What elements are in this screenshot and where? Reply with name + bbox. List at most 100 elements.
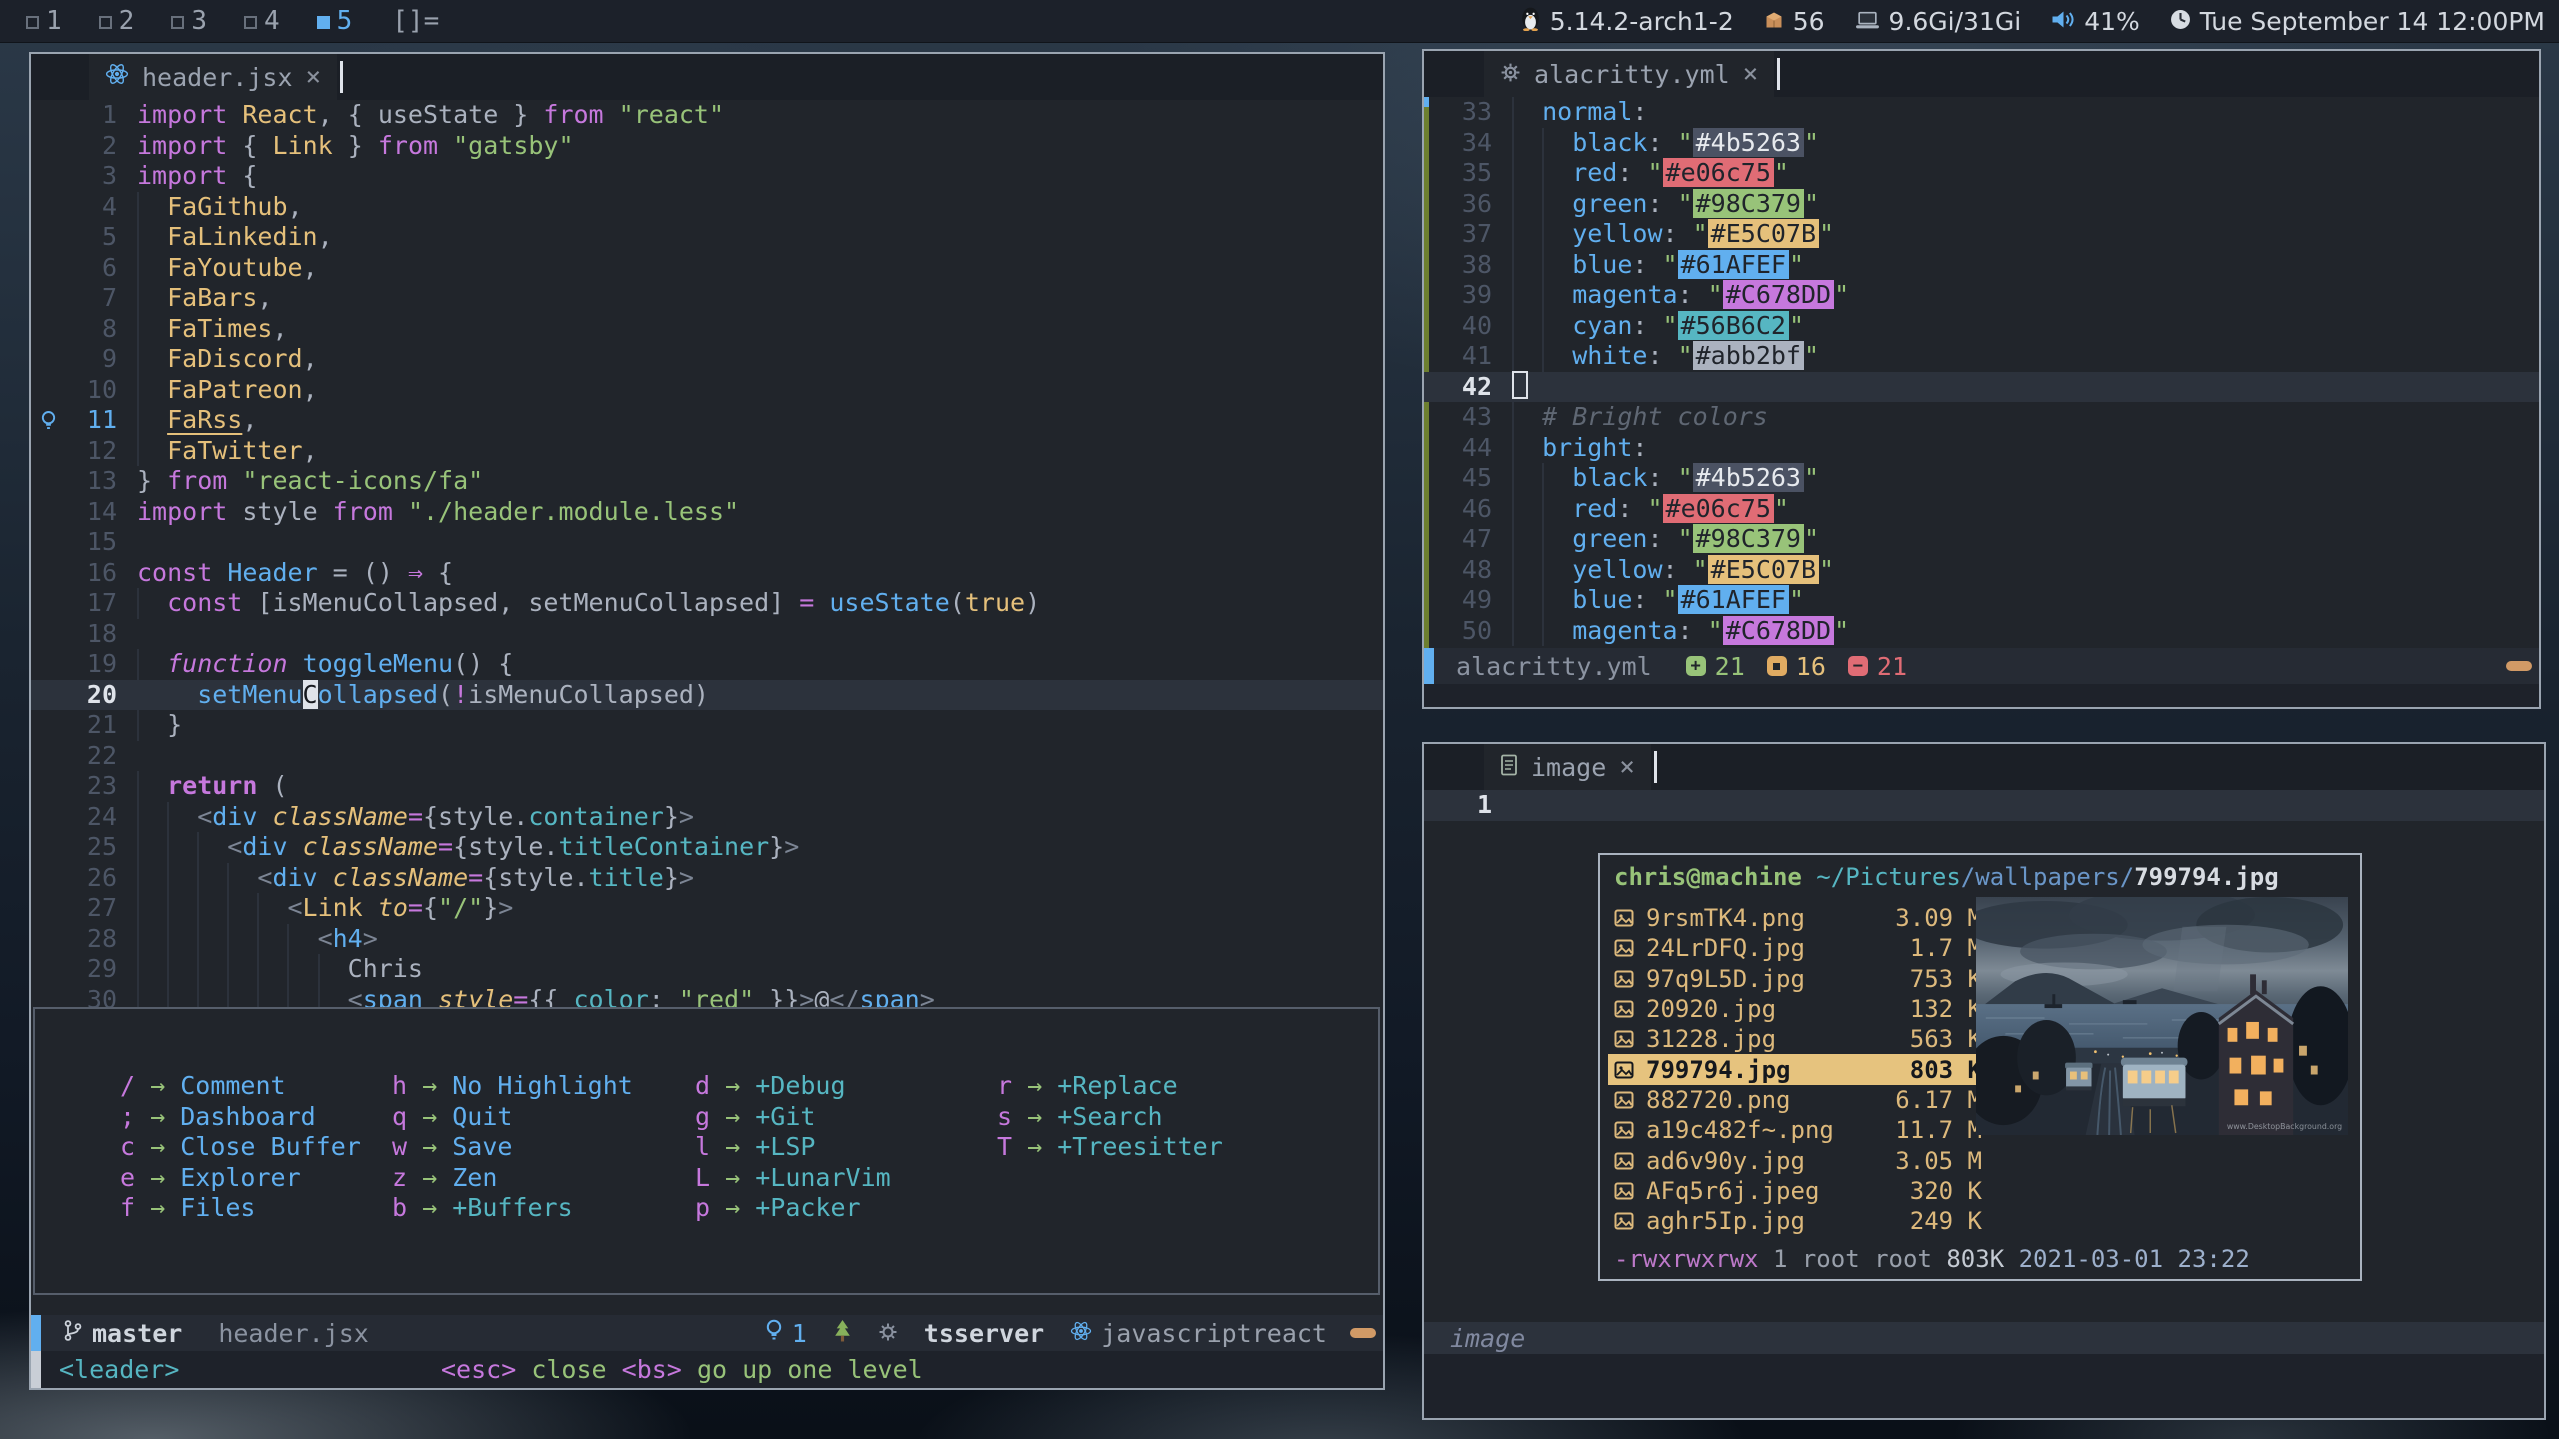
which-key-item[interactable]: f → Files: [120, 1193, 361, 1224]
code-line[interactable]: 29Chris: [31, 954, 1383, 985]
which-key-item[interactable]: h → No Highlight: [392, 1071, 633, 1102]
workspace-2[interactable]: 2: [99, 1, 135, 41]
file-row[interactable]: AFq5r6j.jpeg320 K: [1608, 1176, 1990, 1206]
which-key-item[interactable]: L → +LunarVim: [695, 1163, 891, 1194]
which-key-item[interactable]: d → +Debug: [695, 1071, 891, 1102]
close-icon[interactable]: ×: [306, 64, 322, 90]
code-line[interactable]: 39magenta: "#C678DD": [1424, 280, 2539, 311]
workspace-indicator: [171, 16, 184, 29]
code-line[interactable]: 22: [31, 741, 1383, 772]
file-row[interactable]: 882720.png6.17 M: [1608, 1085, 1990, 1115]
code-line[interactable]: 49blue: "#61AFEF": [1424, 585, 2539, 616]
which-key-item[interactable]: l → +LSP: [695, 1132, 891, 1163]
code-line[interactable]: 17const [isMenuCollapsed, setMenuCollaps…: [31, 588, 1383, 619]
code-line[interactable]: 6FaYoutube,: [31, 253, 1383, 284]
code-line[interactable]: 27<Link to={"/"}>: [31, 893, 1383, 924]
code-line[interactable]: 44bright:: [1424, 433, 2539, 464]
tab-image[interactable]: image ×: [1484, 744, 1651, 790]
code-line[interactable]: 7FaBars,: [31, 283, 1383, 314]
system-status: 5.14.2-arch1-2 56 9.6Gi/31Gi 41% Tue Sep…: [1520, 6, 2559, 37]
code-line[interactable]: 45black: "#4b5263": [1424, 463, 2539, 494]
code-line[interactable]: 43# Bright colors: [1424, 402, 2539, 433]
code-line[interactable]: 40cyan: "#56B6C2": [1424, 311, 2539, 342]
code-line[interactable]: 5FaLinkedin,: [31, 222, 1383, 253]
code-line[interactable]: 38blue: "#61AFEF": [1424, 250, 2539, 281]
branch-name: master: [92, 1319, 182, 1348]
code-line[interactable]: 15: [31, 527, 1383, 558]
code-line[interactable]: 33normal:: [1424, 97, 2539, 128]
code-line[interactable]: 46red: "#e06c75": [1424, 494, 2539, 525]
diff-modified-icon: [1767, 656, 1787, 676]
code-area[interactable]: 1import React, { useState } from "react"…: [31, 100, 1383, 1015]
code-line[interactable]: 18: [31, 619, 1383, 650]
file-row[interactable]: 97q9L5D.jpg753 K: [1608, 964, 1990, 994]
file-row[interactable]: ad6v90y.jpg3.05 M: [1608, 1145, 1990, 1175]
code-line[interactable]: 3import {: [31, 161, 1383, 192]
code-line[interactable]: 50magenta: "#C678DD": [1424, 616, 2539, 647]
file-row[interactable]: 9rsmTK4.png3.09 M: [1608, 903, 1990, 933]
which-key-item[interactable]: r → +Replace: [997, 1071, 1223, 1102]
file-list[interactable]: 9rsmTK4.png3.09 M24LrDFQ.jpg1.7 M97q9L5D…: [1608, 903, 1990, 1236]
line-number: 5: [65, 222, 117, 253]
code-line[interactable]: 10FaPatreon,: [31, 375, 1383, 406]
code-line[interactable]: 36green: "#98C379": [1424, 189, 2539, 220]
code-line[interactable]: 21}: [31, 710, 1383, 741]
code-line[interactable]: 35red: "#e06c75": [1424, 158, 2539, 189]
which-key-item[interactable]: g → +Git: [695, 1102, 891, 1133]
code-line[interactable]: 41white: "#abb2bf": [1424, 341, 2539, 372]
code-line[interactable]: 47green: "#98C379": [1424, 524, 2539, 555]
file-row[interactable]: 31228.jpg563 K: [1608, 1024, 1990, 1054]
tab-header-jsx[interactable]: header.jsx ×: [89, 54, 337, 100]
code-line[interactable]: 12FaTwitter,: [31, 436, 1383, 467]
code-line[interactable]: 14import style from "./header.module.les…: [31, 497, 1383, 528]
workspace-5[interactable]: 5: [317, 1, 353, 41]
workspace-1[interactable]: 1: [26, 1, 62, 41]
code-line[interactable]: 23return (: [31, 771, 1383, 802]
tab-alacritty-yml[interactable]: alacritty.yml ×: [1484, 51, 1774, 97]
line-number: 9: [65, 344, 117, 375]
file-row[interactable]: a19c482f~.png11.7 M: [1608, 1115, 1990, 1145]
workspace-4[interactable]: 4: [244, 1, 280, 41]
which-key-item[interactable]: q → Quit: [392, 1102, 633, 1133]
which-key-item[interactable]: / → Comment: [120, 1071, 361, 1102]
code-line[interactable]: 37yellow: "#E5C07B": [1424, 219, 2539, 250]
file-row[interactable]: 20920.jpg132 K: [1608, 994, 1990, 1024]
which-key-item[interactable]: b → +Buffers: [392, 1193, 633, 1224]
code-line[interactable]: 24<div className={style.container}>: [31, 802, 1383, 833]
code-line[interactable]: 34black: "#4b5263": [1424, 128, 2539, 159]
code-line[interactable]: 28<h4>: [31, 924, 1383, 955]
code-line[interactable]: 8FaTimes,: [31, 314, 1383, 345]
code-line[interactable]: 16const Header = () ⇒ {: [31, 558, 1383, 589]
which-key-item[interactable]: c → Close Buffer: [120, 1132, 361, 1163]
line-number: 42: [1430, 372, 1492, 403]
which-key-item[interactable]: w → Save: [392, 1132, 633, 1163]
code-line[interactable]: 2import { Link } from "gatsby": [31, 131, 1383, 162]
code-line[interactable]: 42: [1424, 372, 2539, 403]
code-line[interactable]: 25<div className={style.titleContainer}>: [31, 832, 1383, 863]
file-row[interactable]: aghr5Ip.jpg249 K: [1608, 1206, 1990, 1236]
code-line[interactable]: 19function toggleMenu() {: [31, 649, 1383, 680]
close-icon[interactable]: ×: [1743, 61, 1759, 87]
file-row[interactable]: 799794.jpg803 K: [1608, 1054, 1990, 1084]
workspace-3[interactable]: 3: [171, 1, 207, 41]
code-line[interactable]: 26<div className={style.title}>: [31, 863, 1383, 894]
code-line[interactable]: 9FaDiscord,: [31, 344, 1383, 375]
which-key-item[interactable]: e → Explorer: [120, 1163, 361, 1194]
code-line[interactable]: 13} from "react-icons/fa": [31, 466, 1383, 497]
code-line[interactable]: 4FaGithub,: [31, 192, 1383, 223]
code-line[interactable]: 20setMenuCollapsed(!isMenuCollapsed): [31, 680, 1383, 711]
which-key-item[interactable]: s → +Search: [997, 1102, 1223, 1133]
gear-icon: [1500, 60, 1521, 89]
which-key-item[interactable]: p → +Packer: [695, 1193, 891, 1224]
code-area[interactable]: 33normal:34black: "#4b5263"35red: "#e06c…: [1424, 97, 2539, 646]
code-line[interactable]: 11FaRss,: [31, 405, 1383, 436]
command-line[interactable]: <leader> <esc> close <bs> go up one leve…: [31, 1351, 1383, 1388]
file-row[interactable]: 24LrDFQ.jpg1.7 M: [1608, 933, 1990, 963]
workspace-indicator: [26, 16, 39, 29]
which-key-item[interactable]: ; → Dashboard: [120, 1102, 361, 1133]
which-key-item[interactable]: z → Zen: [392, 1163, 633, 1194]
code-line[interactable]: 48yellow: "#E5C07B": [1424, 555, 2539, 586]
which-key-item[interactable]: T → +Treesitter: [997, 1132, 1223, 1163]
code-line[interactable]: 1import React, { useState } from "react": [31, 100, 1383, 131]
close-icon[interactable]: ×: [1619, 754, 1635, 780]
